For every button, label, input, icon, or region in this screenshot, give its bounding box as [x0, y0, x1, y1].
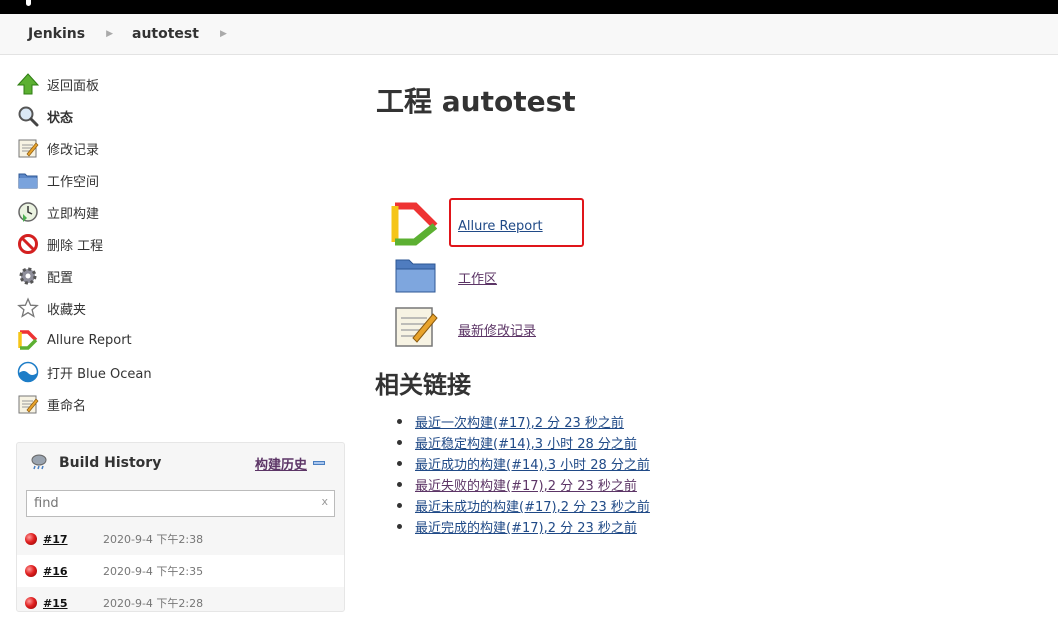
sidebar-item-label: 工作空间 [47, 174, 100, 190]
build-trend-link[interactable]: 构建历史 [255, 454, 307, 473]
clock-build-icon [16, 200, 40, 224]
build-date: 2020-9-4 下午2:35 [103, 565, 204, 578]
build-row: #17 2020-9-4 下午2:38 [17, 523, 344, 555]
list-item: 最近失败的构建(#17),2 分 23 秒之前 [397, 474, 650, 495]
sidebar-item-blue-ocean[interactable]: 打开 Blue Ocean [16, 356, 346, 388]
breadcrumb: Jenkins ▶ autotest ▶ [0, 14, 1058, 55]
notepad-icon[interactable] [393, 304, 439, 354]
allure-icon [16, 328, 40, 352]
folder-icon[interactable] [393, 254, 439, 300]
build-history-title: Build History [59, 455, 162, 471]
build-row: #16 2020-9-4 下午2:35 [17, 555, 344, 587]
last-build-link[interactable]: 最近一次构建(#17),2 分 23 秒之前 [415, 412, 624, 431]
weather-icon [29, 452, 49, 474]
build-history-panel: Build History 构建历史 x #17 2020-9-4 下午2:38… [16, 442, 345, 612]
sidebar-item-label: 重命名 [47, 398, 87, 414]
build-number-link[interactable]: #16 [43, 565, 103, 578]
workspace-link[interactable]: 工作区 [458, 268, 497, 287]
failed-status-icon[interactable] [25, 597, 37, 609]
last-successful-build-link[interactable]: 最近成功的构建(#14),3 小时 28 分之前 [415, 454, 650, 473]
sidebar-item-favorite[interactable]: 收藏夹 [16, 292, 346, 324]
bullet-icon [397, 482, 402, 487]
sidebar-item-label: 修改记录 [47, 142, 100, 158]
notepad-icon [16, 136, 40, 160]
collapse-icon[interactable] [313, 461, 325, 465]
list-item: 最近成功的构建(#14),3 小时 28 分之前 [397, 453, 650, 474]
allure-icon[interactable] [391, 202, 439, 250]
build-date: 2020-9-4 下午2:28 [103, 597, 204, 610]
clear-filter-icon[interactable]: x [321, 495, 328, 508]
notepad-icon [16, 392, 40, 416]
breadcrumb-separator-icon[interactable]: ▶ [106, 29, 113, 39]
sidebar-item-back-to-dashboard[interactable]: 返回面板 [16, 68, 346, 100]
star-icon [16, 296, 40, 320]
allure-report-link[interactable]: Allure Report [458, 219, 543, 234]
build-date: 2020-9-4 下午2:38 [103, 533, 204, 546]
failed-status-icon[interactable] [25, 565, 37, 577]
sidebar-item-label: Allure Report [47, 332, 132, 348]
main-link-workspace: 工作区 [393, 254, 497, 300]
related-links-title: 相关链接 [375, 371, 471, 399]
sidebar-item-changes[interactable]: 修改记录 [16, 132, 346, 164]
bullet-icon [397, 461, 402, 466]
magnifier-icon [16, 104, 40, 128]
last-stable-build-link[interactable]: 最近稳定构建(#14),3 小时 28 分之前 [415, 433, 637, 452]
sidebar-item-allure-report[interactable]: Allure Report [16, 324, 346, 356]
sidebar-item-rename[interactable]: 重命名 [16, 388, 346, 420]
sidebar-item-workspace[interactable]: 工作空间 [16, 164, 346, 196]
bullet-icon [397, 440, 402, 445]
list-item: 最近稳定构建(#14),3 小时 28 分之前 [397, 432, 650, 453]
list-item: 最近完成的构建(#17),2 分 23 秒之前 [397, 516, 650, 537]
no-entry-icon [16, 232, 40, 256]
bullet-icon [397, 503, 402, 508]
list-item: 最近未成功的构建(#17),2 分 23 秒之前 [397, 495, 650, 516]
sidebar-item-configure[interactable]: 配置 [16, 260, 346, 292]
build-row: #15 2020-9-4 下午2:28 [17, 587, 344, 619]
last-completed-build-link[interactable]: 最近完成的构建(#17),2 分 23 秒之前 [415, 517, 637, 536]
sidebar-item-label: 状态 [47, 110, 74, 126]
breadcrumb-jenkins[interactable]: Jenkins [28, 26, 85, 42]
sidebar-item-label: 打开 Blue Ocean [47, 366, 152, 382]
up-arrow-icon [16, 72, 40, 96]
jenkins-logo[interactable] [26, 0, 31, 6]
main-panel: 工程 autotest [376, 80, 576, 120]
sidebar-item-label: 返回面板 [47, 78, 100, 94]
blue-ocean-icon [16, 360, 40, 384]
breadcrumb-separator-icon[interactable]: ▶ [220, 29, 227, 39]
sidebar-tasks: 返回面板 状态 修改记录 工作空间 立即构建 删除 工程 配置 收藏夹 Allu… [16, 68, 346, 420]
last-unsuccessful-build-link[interactable]: 最近未成功的构建(#17),2 分 23 秒之前 [415, 496, 650, 515]
recent-changes-link[interactable]: 最新修改记录 [458, 320, 536, 339]
main-link-allure-report: Allure Report [391, 202, 543, 250]
failed-status-icon[interactable] [25, 533, 37, 545]
sidebar-item-status[interactable]: 状态 [16, 100, 346, 132]
related-links-list: 最近一次构建(#17),2 分 23 秒之前 最近稳定构建(#14),3 小时 … [397, 411, 650, 537]
last-failed-build-link[interactable]: 最近失败的构建(#17),2 分 23 秒之前 [415, 475, 637, 494]
folder-icon [16, 168, 40, 192]
sidebar-item-delete-project[interactable]: 删除 工程 [16, 228, 346, 260]
build-filter-box: x [26, 490, 335, 517]
build-number-link[interactable]: #17 [43, 533, 103, 546]
bullet-icon [397, 524, 402, 529]
page-title: 工程 autotest [376, 85, 576, 118]
sidebar-item-label: 配置 [47, 270, 74, 286]
sidebar-item-build-now[interactable]: 立即构建 [16, 196, 346, 228]
build-filter-input[interactable] [27, 491, 307, 516]
sidebar-item-label: 删除 工程 [47, 238, 104, 254]
list-item: 最近一次构建(#17),2 分 23 秒之前 [397, 411, 650, 432]
sidebar-item-label: 收藏夹 [47, 302, 87, 318]
main-link-changes: 最新修改记录 [393, 304, 536, 354]
build-history-header: Build History 构建历史 [17, 443, 344, 483]
gear-icon [16, 264, 40, 288]
sidebar-item-label: 立即构建 [47, 206, 100, 222]
breadcrumb-autotest[interactable]: autotest [132, 26, 199, 42]
bullet-icon [397, 419, 402, 424]
header-bar [0, 0, 1058, 14]
